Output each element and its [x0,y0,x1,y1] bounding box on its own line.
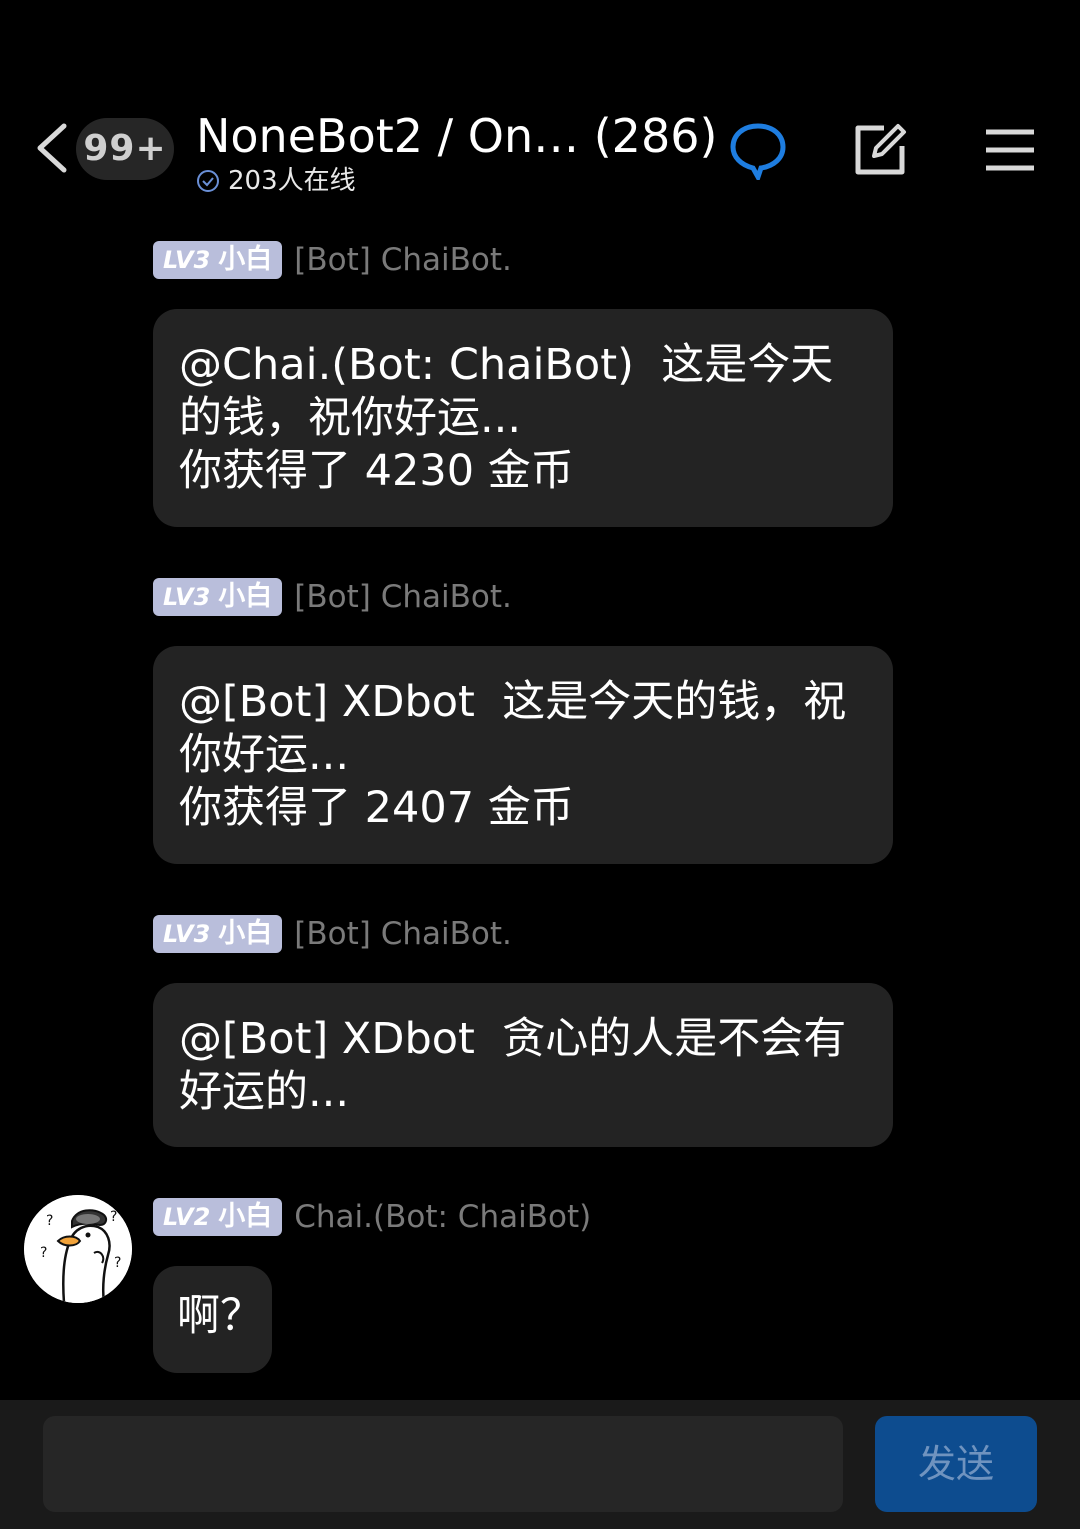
menu-icon [986,129,1034,171]
sender-name[interactable]: [Bot] ChaiBot. [294,242,512,278]
sender-name[interactable]: [Bot] ChaiBot. [294,916,512,952]
chat-bubble-icon [730,123,786,184]
message-meta: LV3 小白 [Bot] ChaiBot. [153,578,512,616]
duck-avatar-icon: ? ? ? ? [24,1195,132,1303]
message-bubble[interactable]: 啊？ [153,1266,272,1373]
level-badge: LV2 小白 [153,1198,283,1236]
online-status: 203人在线 [196,164,356,198]
level-text: LV3 [163,920,211,948]
sender-name[interactable]: [Bot] ChaiBot. [294,579,512,615]
message-input[interactable] [43,1416,843,1512]
message-bubble[interactable]: @Chai.(Bot: ChaiBot) 这是今天 的钱，祝你好运... 你获得… [153,309,893,527]
svg-text:?: ? [40,1245,47,1261]
group-title[interactable]: NoneBot2 / On… (286) [196,108,717,164]
sender-name[interactable]: Chai.(Bot: ChaiBot) [294,1199,591,1235]
message-meta: LV2 小白 Chai.(Bot: ChaiBot) [153,1198,591,1236]
message-bubble[interactable]: @[Bot] XDbot 贪心的人是不会有 好运的... [153,983,893,1147]
back-button[interactable] [28,118,74,178]
svg-text:?: ? [114,1255,121,1271]
menu-button[interactable] [980,120,1040,180]
chat-bubble-button[interactable] [728,120,788,184]
level-title: 小白 [218,918,273,949]
svg-text:?: ? [46,1213,53,1229]
level-badge: LV3 小白 [153,241,283,279]
unread-count-badge[interactable]: 99+ [76,118,174,180]
online-count-text: 203人在线 [228,166,356,196]
message-input-bar: 发送 [0,1400,1080,1529]
check-circle-icon [197,170,219,192]
chat-header: 99+ NoneBot2 / On… (286) 203人在线 [0,90,1080,220]
level-title: 小白 [218,244,273,275]
send-button[interactable]: 发送 [875,1416,1037,1512]
level-text: LV3 [163,583,211,611]
level-badge: LV3 小白 [153,915,283,953]
edit-button[interactable] [850,120,910,180]
level-badge: LV3 小白 [153,578,283,616]
svg-text:?: ? [110,1209,117,1225]
message-meta: LV3 小白 [Bot] ChaiBot. [153,915,512,953]
duck-avatar[interactable]: ? ? ? ? [24,1195,132,1303]
message-meta: LV3 小白 [Bot] ChaiBot. [153,241,512,279]
chat-screen: 99+ NoneBot2 / On… (286) 203人在线 LV3 小白 [… [0,0,1080,1529]
level-title: 小白 [218,581,273,612]
level-text: LV2 [163,1203,211,1231]
message-bubble[interactable]: @[Bot] XDbot 这是今天的钱，祝 你好运... 你获得了 2407 金… [153,646,893,864]
level-text: LV3 [163,246,211,274]
chevron-left-icon [37,123,67,173]
edit-icon [855,124,906,175]
level-title: 小白 [218,1201,273,1232]
